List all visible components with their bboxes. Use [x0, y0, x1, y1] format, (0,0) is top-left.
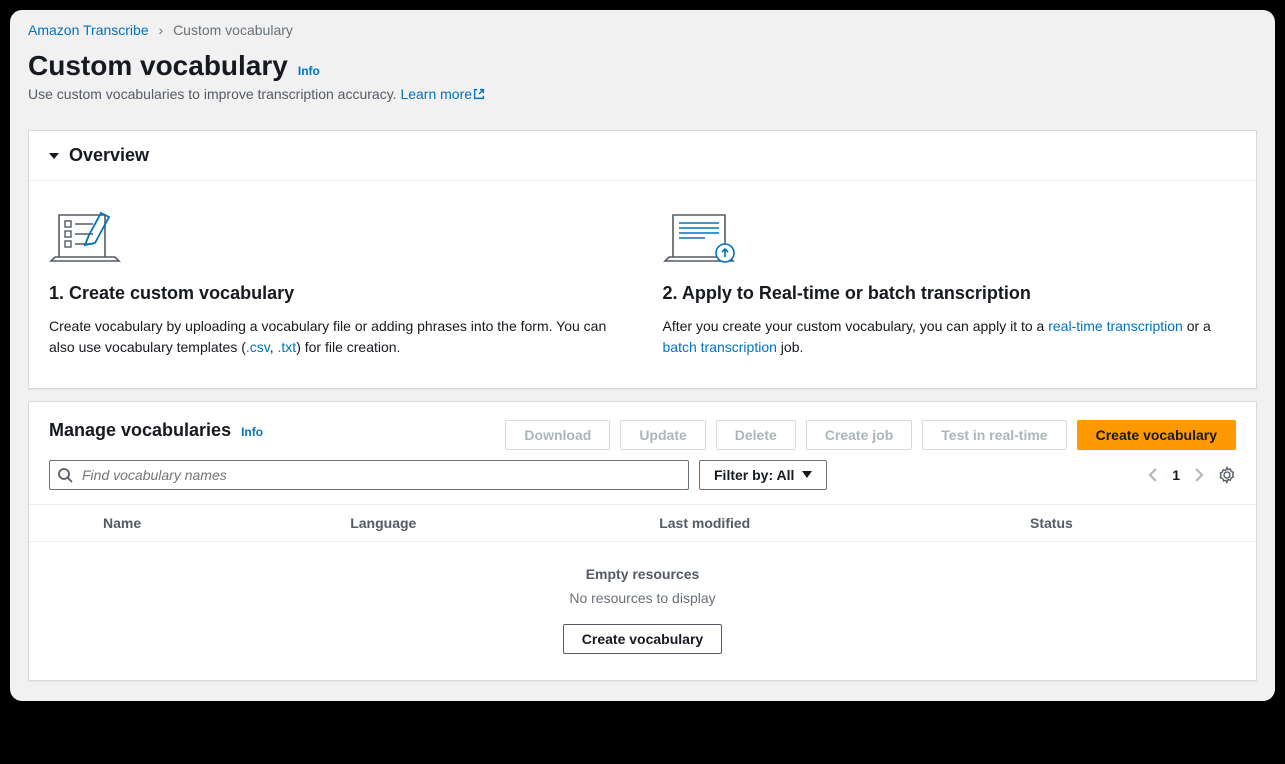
page-info-link[interactable]: Info	[298, 64, 320, 78]
csv-link[interactable]: .csv	[246, 339, 270, 355]
vocab-form-icon	[49, 209, 623, 265]
empty-title: Empty resources	[29, 566, 1256, 582]
manage-title: Manage vocabularies	[49, 420, 231, 441]
page-description-text: Use custom vocabularies to improve trans…	[28, 86, 400, 102]
step1-description: Create vocabulary by uploading a vocabul…	[49, 316, 609, 358]
table-header: Name Language Last modified Status	[29, 504, 1256, 542]
page-title: Custom vocabulary	[28, 50, 288, 82]
create-job-button[interactable]: Create job	[806, 420, 912, 450]
external-link-icon	[472, 87, 486, 101]
step2-description: After you create your custom vocabulary,…	[663, 316, 1223, 358]
overview-panel: Overview 1. Create custom vocab	[28, 130, 1257, 389]
breadcrumb: Amazon Transcribe › Custom vocabulary	[10, 10, 1275, 46]
breadcrumb-current: Custom vocabulary	[173, 22, 293, 38]
next-page-button[interactable]	[1194, 468, 1204, 482]
update-button[interactable]: Update	[620, 420, 705, 450]
overview-heading: Overview	[69, 145, 149, 166]
txt-link[interactable]: .txt	[278, 339, 297, 355]
caret-down-icon	[49, 153, 59, 159]
col-language[interactable]: Language	[350, 515, 659, 531]
page-number: 1	[1172, 467, 1180, 483]
pagination: 1	[1148, 466, 1236, 484]
breadcrumb-separator: ›	[159, 22, 164, 38]
delete-button[interactable]: Delete	[716, 420, 796, 450]
empty-message: No resources to display	[29, 590, 1256, 606]
filter-dropdown[interactable]: Filter by: All	[699, 460, 827, 490]
empty-state: Empty resources No resources to display …	[29, 542, 1256, 660]
step2-title: 2. Apply to Real-time or batch transcrip…	[663, 283, 1237, 304]
breadcrumb-root-link[interactable]: Amazon Transcribe	[28, 22, 149, 38]
col-last-modified[interactable]: Last modified	[659, 515, 1030, 531]
search-icon	[57, 467, 73, 483]
col-name[interactable]: Name	[103, 515, 350, 531]
apply-transcription-icon	[663, 209, 1237, 265]
settings-gear-icon[interactable]	[1218, 466, 1236, 484]
test-realtime-button[interactable]: Test in real-time	[922, 420, 1066, 450]
realtime-link[interactable]: real-time transcription	[1048, 318, 1183, 334]
col-status[interactable]: Status	[1030, 515, 1236, 531]
learn-more-link[interactable]: Learn more	[400, 86, 486, 102]
manage-panel: Manage vocabularies Info Download Update…	[28, 401, 1257, 681]
overview-step-1: 1. Create custom vocabulary Create vocab…	[49, 209, 623, 358]
manage-info-link[interactable]: Info	[241, 425, 263, 439]
overview-step-2: 2. Apply to Real-time or batch transcrip…	[663, 209, 1237, 358]
overview-toggle[interactable]: Overview	[29, 131, 1256, 181]
batch-link[interactable]: batch transcription	[663, 339, 777, 355]
dropdown-caret-icon	[802, 471, 812, 479]
prev-page-button[interactable]	[1148, 468, 1158, 482]
search-input[interactable]	[49, 460, 689, 490]
empty-create-button[interactable]: Create vocabulary	[563, 624, 722, 654]
create-vocabulary-button[interactable]: Create vocabulary	[1077, 420, 1236, 450]
step1-title: 1. Create custom vocabulary	[49, 283, 623, 304]
download-button[interactable]: Download	[505, 420, 610, 450]
page-description: Use custom vocabularies to improve trans…	[28, 86, 1257, 102]
